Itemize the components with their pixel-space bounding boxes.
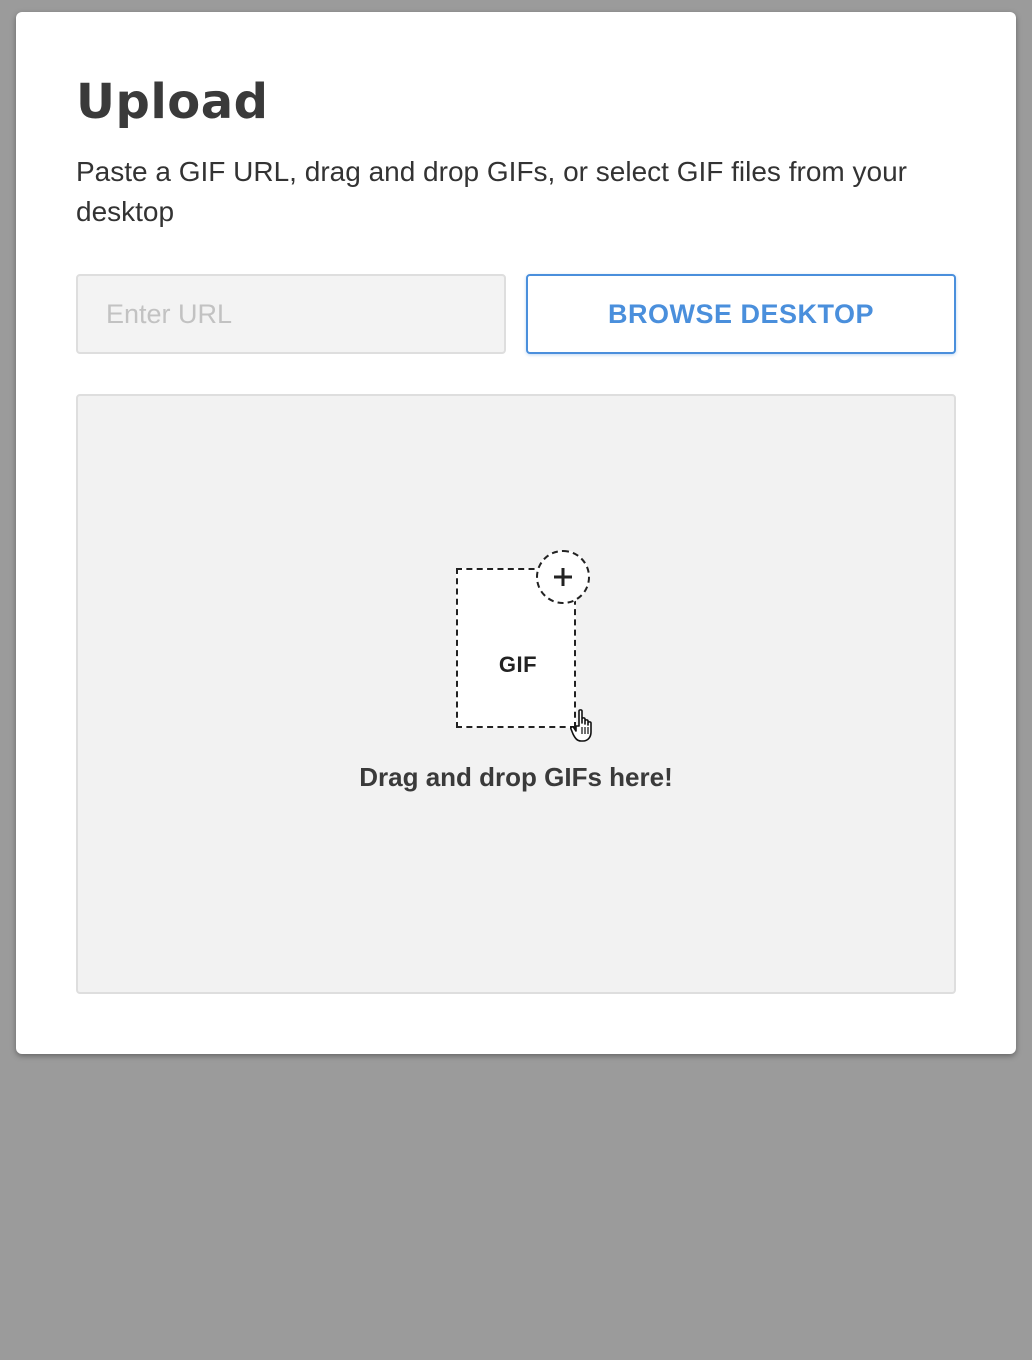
url-input[interactable]	[76, 274, 506, 354]
modal-title: Upload	[76, 74, 269, 130]
gif-file-label: GIF	[498, 652, 538, 677]
drop-instruction: Drag and drop GIFs here!	[359, 762, 673, 792]
plus-icon	[554, 568, 572, 586]
browse-desktop-button[interactable]: BROWSE DESKTOP	[526, 274, 956, 354]
drop-zone[interactable]: GIF Drag and drop GIFs here!	[76, 394, 956, 994]
upload-modal: Upload Paste a GIF URL, drag and drop GI…	[16, 12, 1016, 1054]
add-circle	[536, 550, 590, 604]
modal-description: Paste a GIF URL, drag and drop GIFs, or …	[76, 156, 907, 227]
gif-upload-illustration: GIF	[456, 550, 596, 742]
hand-cursor-icon	[570, 709, 592, 742]
